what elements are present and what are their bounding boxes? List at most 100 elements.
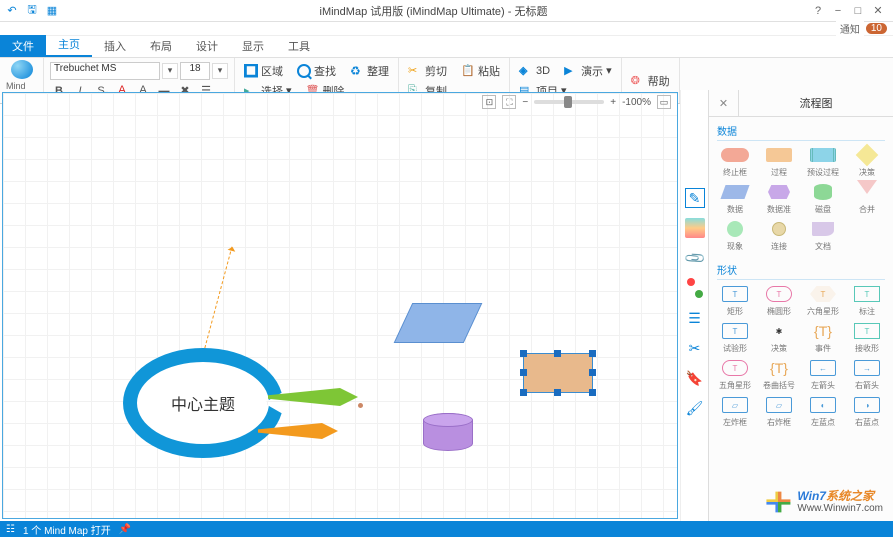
area-icon [244, 64, 258, 78]
save-icon[interactable]: 🖫 [24, 3, 40, 19]
shape-左蓝点[interactable]: ◐左蓝点 [805, 395, 841, 428]
list-tool-icon[interactable]: ☰ [685, 308, 705, 328]
size-dropdown-icon[interactable]: ▾ [212, 63, 228, 79]
undo-icon[interactable]: ↶ [4, 3, 20, 19]
image-tool-icon[interactable] [685, 218, 705, 238]
status-pin-icon[interactable]: 📌 [119, 524, 131, 535]
rectangle-shape-selected[interactable] [523, 353, 593, 393]
shape-连接[interactable]: 连接 [761, 219, 797, 252]
panel-close-icon[interactable]: ✕ [709, 90, 739, 116]
font-select[interactable]: Trebuchet MS [50, 62, 160, 80]
shape-右炸框[interactable]: ▱右炸框 [761, 395, 797, 428]
edit-tool-icon[interactable]: ✎ [685, 188, 705, 208]
shape-标注[interactable]: T标注 [849, 284, 885, 317]
mindmap-icon [11, 60, 33, 79]
font-dropdown-icon[interactable]: ▾ [162, 63, 178, 79]
3d-button[interactable]: ◈3D [516, 62, 553, 80]
shape-数据[interactable]: 数据 [717, 182, 753, 215]
maximize-icon[interactable]: □ [851, 5, 865, 17]
zoom-reset[interactable]: ▭ [657, 95, 671, 109]
close-icon[interactable]: ✕ [871, 4, 885, 17]
node-dot[interactable] [358, 403, 363, 408]
fit-icon[interactable]: ⊡ [482, 95, 496, 109]
shape-卷曲括号[interactable]: {T}卷曲括号 [761, 358, 797, 391]
right-panel: ✕ 流程图 数据 终止框过程预设过程决策数据数据准磁盘合并现象连接文档 形状 T… [708, 90, 893, 521]
sort-icon: ♻ [350, 64, 364, 78]
clip-tool-icon[interactable]: 📎 [680, 244, 708, 272]
tab-home[interactable]: 主页 [46, 33, 92, 57]
shape-右蓝点[interactable]: ◑右蓝点 [849, 395, 885, 428]
help-button[interactable]: ❂帮助 [628, 72, 673, 90]
tab-view[interactable]: 显示 [230, 35, 276, 57]
canvas[interactable]: ⊡ ⛶ − + -100% ▭ 中心主题 [2, 92, 678, 519]
help-icon: ❂ [631, 74, 645, 88]
shape-接收形[interactable]: T接收形 [849, 321, 885, 354]
central-topic[interactable]: 中心主题 [123, 348, 283, 458]
shape-左箭头[interactable]: ←左箭头 [805, 358, 841, 391]
status-icon: ☷ [6, 524, 15, 535]
minimize-icon[interactable]: − [831, 5, 845, 17]
cylinder-shape[interactable] [423, 413, 473, 451]
area-button[interactable]: 区域 [241, 62, 286, 80]
status-bar: ☷ 1 个 Mind Map 打开 📌 [0, 521, 893, 537]
shape-事件[interactable]: {T}事件 [805, 321, 841, 354]
3d-icon: ◈ [519, 64, 533, 78]
cut-button[interactable]: ✂剪切 [405, 62, 450, 80]
zoom-minus[interactable]: − [522, 97, 528, 108]
expand-icon[interactable]: ⛶ [502, 95, 516, 109]
branch-arrow[interactable] [203, 247, 232, 354]
zoom-plus[interactable]: + [610, 97, 616, 108]
title-bar: ↶ 🖫 ▦ iMindMap 试用版 (iMindMap Ultimate) -… [0, 0, 893, 22]
shape-数据准[interactable]: 数据准 [761, 182, 797, 215]
tab-design[interactable]: 设计 [184, 35, 230, 57]
shape-决策[interactable]: ✱决策 [761, 321, 797, 354]
find-button[interactable]: 查找 [294, 62, 339, 80]
shape-试验形[interactable]: T试验形 [717, 321, 753, 354]
color-tool-icon[interactable] [685, 278, 705, 298]
help-icon[interactable]: ? [811, 5, 825, 17]
play-icon: ▶ [564, 64, 578, 78]
menu-tabs: 文件 主页 插入 布局 设计 显示 工具 [0, 36, 893, 58]
paste-button[interactable]: 📋粘贴 [458, 62, 503, 80]
tab-insert[interactable]: 插入 [92, 35, 138, 57]
parallelogram-shape[interactable] [394, 303, 483, 343]
shape-合并[interactable]: 合并 [849, 182, 885, 215]
shape-椭圆形[interactable]: T椭圆形 [761, 284, 797, 317]
section-data: 数据 [717, 121, 885, 141]
shape-磁盘[interactable]: 磁盘 [805, 182, 841, 215]
shape-文档[interactable]: 文档 [805, 219, 841, 252]
grid-icon[interactable]: ▦ [44, 3, 60, 19]
shape-五角星形[interactable]: T五角星形 [717, 358, 753, 391]
notify-badge: 10 [866, 23, 887, 34]
present-button[interactable]: ▶演示▾ [561, 62, 615, 80]
shape-六角星形[interactable]: T六角星形 [805, 284, 841, 317]
search-icon [297, 64, 311, 78]
tag-tool-icon[interactable]: 🔖 [685, 368, 705, 388]
size-select[interactable]: 18 [180, 62, 210, 80]
canvas-controls: ⊡ ⛶ − + -100% ▭ [482, 95, 671, 109]
main-area: ⊡ ⛶ − + -100% ▭ 中心主题 ✎ 📎 ☰ ✂ 🔖 🖌 [0, 90, 893, 521]
paste-icon: 📋 [461, 64, 475, 78]
cut-tool-icon[interactable]: ✂ [685, 338, 705, 358]
tab-file[interactable]: 文件 [0, 35, 46, 57]
tab-tools[interactable]: 工具 [276, 35, 322, 57]
sort-button[interactable]: ♻整理 [347, 62, 392, 80]
window-controls: ? − □ ✕ [803, 4, 893, 17]
shape-预设过程[interactable]: 预设过程 [805, 145, 841, 178]
shape-现象[interactable]: 现象 [717, 219, 753, 252]
tab-layout[interactable]: 布局 [138, 35, 184, 57]
shape-过程[interactable]: 过程 [761, 145, 797, 178]
section-shapes: 形状 [717, 260, 885, 280]
shape-矩形[interactable]: T矩形 [717, 284, 753, 317]
notify-label[interactable]: 通知 [836, 21, 864, 36]
zoom-slider[interactable] [534, 100, 604, 104]
quick-access: ↶ 🖫 ▦ [0, 3, 64, 19]
zoom-value: -100% [622, 97, 651, 108]
shape-终止框[interactable]: 终止框 [717, 145, 753, 178]
shape-右箭头[interactable]: →右箭头 [849, 358, 885, 391]
shapes-grid-data: 终止框过程预设过程决策数据数据准磁盘合并现象连接文档 [717, 145, 885, 252]
brush-tool-icon[interactable]: 🖌 [685, 398, 705, 418]
windows-icon [763, 489, 793, 515]
shape-决策[interactable]: 决策 [849, 145, 885, 178]
shape-左炸框[interactable]: ▱左炸框 [717, 395, 753, 428]
